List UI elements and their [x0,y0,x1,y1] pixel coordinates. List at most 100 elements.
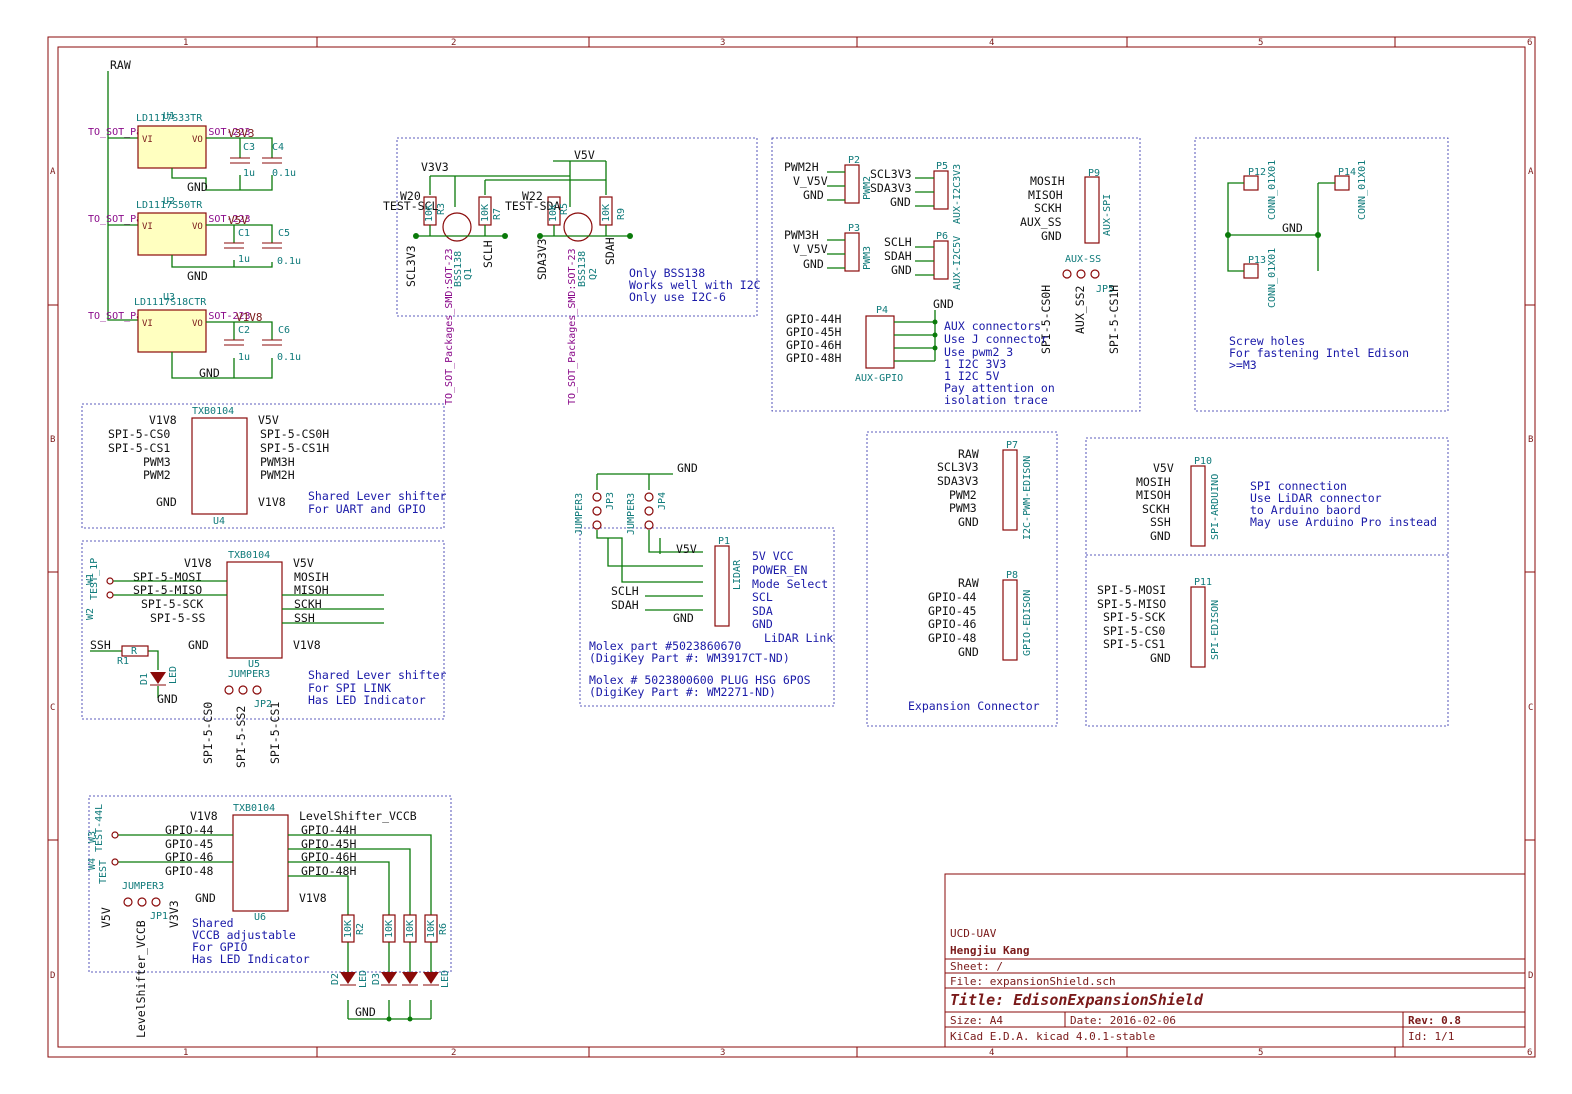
u4-ref: U4 [213,516,225,527]
col-label: 3 [720,38,725,48]
p11-name: SPI-EDISON [1210,600,1221,660]
lidar-pin-note: 5V VCC [752,549,794,563]
u4-note-line: Shared Lever shifter [308,489,447,503]
p1-connector [714,545,730,627]
p7-pin: SDA3V3 [937,474,979,488]
p11-pin: SPI-5-MISO [1097,597,1166,611]
r1-ref: R1 [117,656,129,667]
aux-ss2-net: AUX_SS2 [1073,286,1087,334]
r2-ref: R2 [355,923,366,935]
q1-footprint: TO_SOT_Packages_SMD:SOT-23 [444,248,455,405]
p11-pin: SPI-5-MOSI [1097,583,1166,597]
u1-gnd: GND [187,180,208,194]
r2-value: 10K [343,920,354,938]
digikey-part-2: (DigiKey Part #: WM2271-ND) [589,685,776,699]
p8-pin: RAW [958,576,979,590]
w2-testpoint [106,591,114,599]
p8-name: GPIO-EDISON [1022,590,1033,656]
col-label: 4 [989,1048,994,1058]
u5-ic-body [226,561,283,659]
u4-left-net: SPI-5-CS0 [108,427,170,441]
u1-vo: VO [192,135,203,145]
aux-connectors-section: P2 PWM2 PWM2H V_V5V GND P3 PWM3 PWM3H V_… [771,137,1141,412]
company-name: UCD-UAV [950,927,997,940]
jp1-ref: JP1 [150,911,168,922]
col-label: 3 [720,1048,725,1058]
p4-pin: GPIO-45H [786,325,841,339]
regulator-section: RAW U1 LD1117S33TR TO_SOT_Packages_SMD:S… [88,58,301,380]
p9-pin: SCKH [1034,201,1062,215]
c5-ref: C5 [278,228,290,239]
p10-pin: MOSIH [1136,475,1171,489]
r3-ref: R3 [436,203,447,215]
d3-led [381,972,397,984]
q1-ref: Q1 [463,268,474,280]
p9-pin: MISOH [1028,188,1063,202]
q2-part: BSS138 [577,251,588,287]
w4-ref: W4 [87,858,98,870]
r9-ref: R9 [616,208,627,220]
d1-led [150,672,166,684]
c5-val: 0.1u [277,256,301,267]
jp2-sel: SPI-5-CS1 [268,702,282,764]
w4-testpoint [111,858,119,866]
p9-pin: GND [1041,229,1062,243]
aux-note-line: Use J connector [944,332,1048,346]
jp4-ref: JP4 [657,492,668,510]
u5-left-net: SPI-5-MOSI [133,570,202,584]
p7-pin: GND [958,515,979,529]
u5-right-net: MOSIH [294,570,329,584]
r5-value: 10K [548,204,559,222]
p5-ref: P5 [936,161,948,172]
u4-part: TXB0104 [192,406,234,417]
p4-pin: GPIO-48H [786,351,841,365]
u4-left-net: SPI-5-CS1 [108,441,170,455]
u5-left-net: SPI-5-SCK [141,597,203,611]
jp1-v3v3: V3V3 [167,900,181,928]
ssh-net: SSH [90,638,111,652]
p11-pin: SPI-5-CS0 [1103,624,1165,638]
p3-pin: PWM3H [784,228,819,242]
u6-left-net: GPIO-45 [165,837,213,851]
lidar-sclh: SCLH [611,584,639,598]
col-label: 4 [989,38,994,48]
lidar-section: GND JUMPER3 JP3 JUMPER3 JP4 P1 LIDAR V5V… [574,461,835,707]
u4-left-net: GND [156,495,177,509]
p7-pin: PWM2 [949,488,977,502]
u4-left-net: PWM3 [143,455,171,469]
u3-gnd: GND [199,366,220,380]
lidar-sdah: SDAH [611,598,639,612]
p1-ref: P1 [718,536,730,547]
u6-ic-body [232,814,289,912]
r1-value: R [131,646,138,657]
p14-screw [1334,175,1350,191]
col-label: 5 [1258,38,1263,48]
u6-right-net: LevelShifter_VCCB [299,809,417,823]
w1-testpoint [106,577,114,585]
col-label: 6 [1527,38,1532,48]
row-label: B [50,435,55,445]
sdah-net: SDAH [603,237,617,265]
u4-right-net: SPI-5-CS0H [260,427,329,441]
p10-pin: SCKH [1142,502,1170,516]
u6-part: TXB0104 [233,803,275,814]
sda3v3-net: SDA3V3 [535,238,549,280]
c3-ref: C3 [243,142,255,153]
c6-val: 0.1u [277,352,301,363]
p10-pin: MISOH [1136,488,1171,502]
p2-ref: P2 [848,155,860,166]
expansion-label: Expansion Connector [908,699,1040,713]
u1-regulator-body [137,125,207,169]
u3-vo: VO [192,319,203,329]
digikey-part-1: (DigiKey Part #: WM3917CT-ND) [589,651,790,665]
d2-led [340,972,356,984]
u6-left-net: GND [195,891,216,905]
u4-shifter-section: TXB0104 U4 V1V8 SPI-5-CS0 SPI-5-CS1 PWM3… [81,403,447,529]
p9-connector [1084,176,1100,244]
w2-ref: W2 [85,608,96,620]
row-label: A [1528,167,1534,177]
p3-connector [844,232,860,272]
c2-ref: C2 [238,325,250,336]
aux-note-line: isolation trace [944,393,1048,407]
u4-right-net: PWM3H [260,455,295,469]
